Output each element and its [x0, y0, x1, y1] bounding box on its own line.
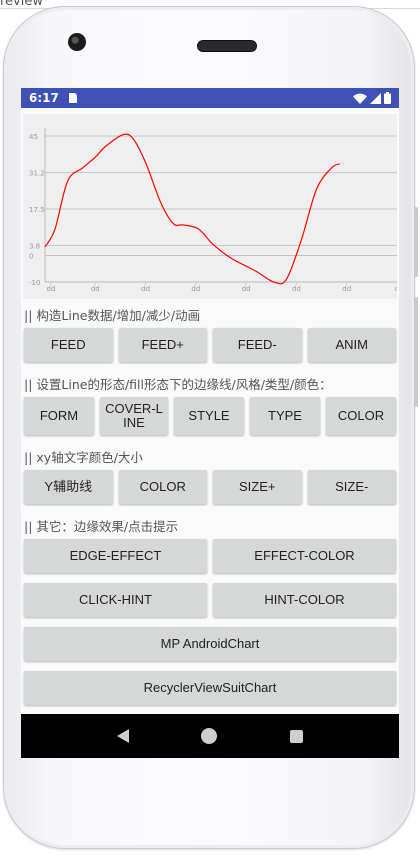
style-button[interactable]: STYLE [174, 397, 244, 435]
form-button[interactable]: FORM [24, 397, 94, 435]
y-guide-line-button[interactable]: Y辅助线 [24, 470, 113, 504]
recents-icon[interactable] [289, 729, 303, 743]
size-minus-button[interactable]: SIZE- [307, 470, 396, 504]
chart-x-tick-label: d [395, 285, 397, 293]
home-icon[interactable] [201, 728, 218, 744]
chart-y-tick-label: 17.5 [29, 206, 45, 214]
chart-x-tick-label: dd [191, 285, 200, 293]
status-bar: 6:17 [21, 88, 399, 108]
section-other-title: || 其它：边缘效果/点击提示 [24, 519, 179, 534]
device-screen: 6:17 4531.217.53.80-10ddddddddddddddd ||… [21, 88, 399, 758]
recyclerview-suit-chart-button[interactable]: RecyclerViewSuitChart [24, 671, 396, 705]
line-chart[interactable]: 4531.217.53.80-10ddddddddddddddd [23, 114, 397, 299]
feed-minus-button[interactable]: FEED- [213, 328, 302, 362]
effect-color-button[interactable]: EFFECT-COLOR [213, 539, 396, 573]
feed-plus-button[interactable]: FEED+ [118, 328, 207, 362]
chart-x-tick-label: dd [242, 285, 251, 293]
section-line-data-title: || 构造Line数据/增加/减少/动画 [24, 308, 201, 323]
sd-card-icon [68, 93, 77, 103]
status-time: 6:17 [29, 91, 59, 105]
size-plus-button[interactable]: SIZE+ [213, 470, 302, 504]
chart-y-tick-label: 0 [29, 252, 33, 260]
edge-effect-button[interactable]: EDGE-EFFECT [24, 539, 207, 573]
click-hint-button[interactable]: CLICK-HINT [24, 583, 207, 617]
line-chart-canvas[interactable]: 4531.217.53.80-10ddddddddddddddd [23, 114, 397, 299]
hint-color-button[interactable]: HINT-COLOR [213, 583, 396, 617]
axis-color-button[interactable]: COLOR [118, 470, 207, 504]
signal-icon [370, 92, 381, 104]
feed-button[interactable]: FEED [24, 328, 113, 362]
section-line-style-title: || 设置Line的形态/fill形态下的边缘线/风格/类型/颜色： [24, 377, 332, 392]
front-camera-icon [68, 33, 86, 51]
back-icon[interactable] [117, 729, 130, 743]
chart-x-tick-label: dd [141, 285, 150, 293]
power-button [414, 207, 418, 277]
battery-icon [384, 92, 391, 104]
chart-x-tick-label: dd [91, 285, 100, 293]
volume-button [414, 297, 418, 407]
chart-x-tick-label: dd [47, 285, 56, 293]
type-button[interactable]: TYPE [250, 397, 320, 435]
anim-button[interactable]: ANIM [307, 328, 396, 362]
chart-y-tick-label: 3.8 [29, 242, 40, 250]
chart-x-tick-label: dd [292, 285, 301, 293]
chart-y-tick-label: 31.2 [29, 170, 45, 178]
cover-line-button[interactable]: COVER-LINE [100, 397, 168, 435]
navigation-bar [21, 714, 399, 758]
chart-y-tick-label: -10 [29, 279, 40, 287]
section-axis-text-title: || xy轴文字颜色/大小 [24, 450, 143, 465]
chart-y-tick-label: 45 [29, 133, 38, 141]
chart-x-tick-label: dd [342, 285, 351, 293]
earpiece-speaker [197, 40, 257, 52]
wifi-icon [353, 93, 367, 104]
color-button[interactable]: COLOR [326, 397, 396, 435]
mp-androidchart-button[interactable]: MP AndroidChart [24, 627, 396, 661]
